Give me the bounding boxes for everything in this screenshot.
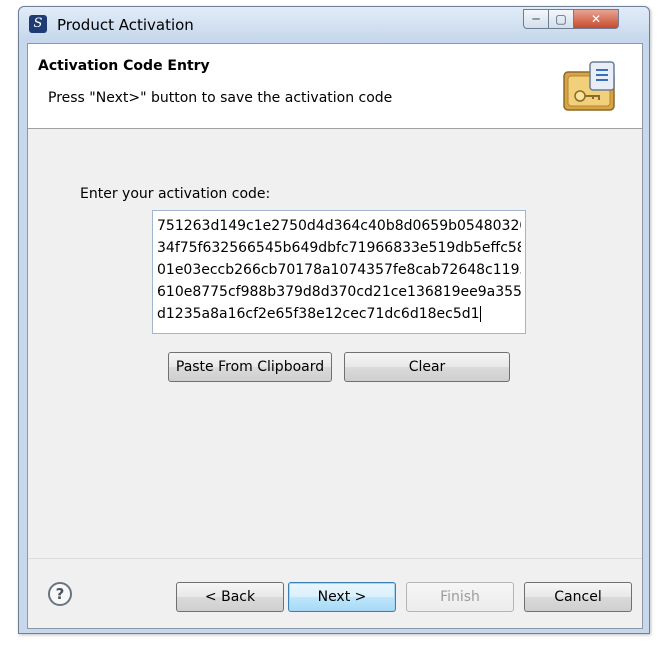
- safe-key-icon: [563, 61, 615, 111]
- minimize-button[interactable]: ─: [523, 9, 549, 29]
- clear-button[interactable]: Clear: [344, 352, 510, 382]
- page-description: Press "Next>" button to save the activat…: [48, 90, 393, 106]
- window-title: Product Activation: [57, 16, 194, 34]
- page-title: Activation Code Entry: [38, 58, 210, 74]
- code-line-text: d1235a8a16cf2e65f38e12cec71dc6d18ec5d1: [157, 306, 480, 322]
- dialog-client-area: Activation Code Entry Press "Next>" butt…: [27, 43, 643, 629]
- product-activation-window: S Product Activation ─ ▢ ✕ Activation Co…: [18, 6, 650, 634]
- finish-button-label: Finish: [440, 589, 480, 605]
- code-line: 751263d149c1e2750d4d364c40b8d0659b054803…: [157, 218, 521, 234]
- paste-from-clipboard-button[interactable]: Paste From Clipboard: [168, 352, 332, 382]
- activation-code-textarea[interactable]: 751263d149c1e2750d4d364c40b8d0659b054803…: [152, 210, 526, 334]
- cancel-button-label: Cancel: [554, 589, 602, 605]
- cancel-button[interactable]: Cancel: [524, 582, 632, 612]
- next-button[interactable]: Next >: [288, 582, 396, 612]
- help-icon[interactable]: ?: [48, 582, 72, 606]
- title-bar[interactable]: S Product Activation ─ ▢ ✕: [19, 7, 649, 41]
- app-icon: S: [29, 15, 47, 33]
- code-line: 01e03eccb266cb70178a1074357fe8cab72648c1…: [157, 262, 521, 278]
- wizard-header: Activation Code Entry Press "Next>" butt…: [28, 44, 642, 129]
- back-button[interactable]: < Back: [176, 582, 284, 612]
- maximize-button[interactable]: ▢: [548, 9, 574, 29]
- activation-code-label: Enter your activation code:: [80, 186, 271, 202]
- code-line: 610e8775cf988b379d8d370cd21ce136819ee9a3…: [157, 284, 521, 300]
- close-button[interactable]: ✕: [573, 9, 619, 29]
- text-caret: [479, 306, 481, 322]
- back-button-label: < Back: [204, 589, 256, 605]
- next-button-label: Next >: [317, 589, 367, 605]
- finish-button[interactable]: Finish: [406, 582, 514, 612]
- code-line-last: d1235a8a16cf2e65f38e12cec71dc6d18ec5d1: [157, 303, 521, 325]
- footer-divider: [28, 558, 642, 559]
- code-line: 34f75f632566545b649dbfc71966833e519db5ef…: [157, 240, 521, 256]
